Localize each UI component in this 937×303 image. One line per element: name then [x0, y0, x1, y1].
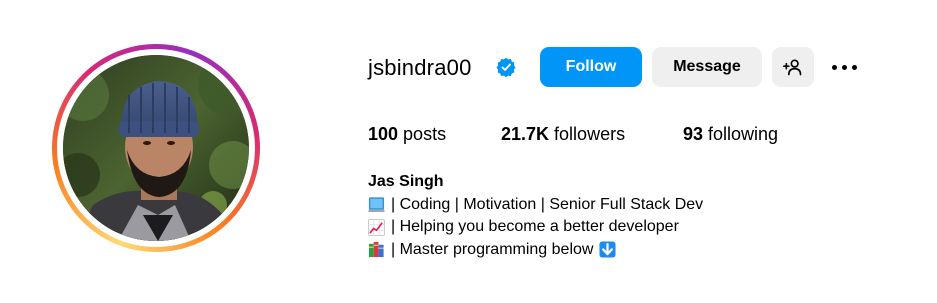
full-name: Jas Singh [368, 173, 444, 190]
profile-photo [63, 55, 249, 241]
followers-label: followers [549, 124, 626, 144]
message-button[interactable]: Message [652, 47, 762, 87]
posts-label: posts [398, 124, 447, 144]
bio-line: | Helping you become a better developer [368, 216, 703, 239]
more-options-icon[interactable] [830, 57, 860, 77]
story-ring[interactable] [52, 44, 260, 252]
chart-increasing-icon [368, 218, 385, 236]
bio: Jas Singh | Coding | Motivation | Senior… [368, 171, 703, 261]
down-arrow-icon [599, 241, 616, 258]
username: jsbindra00 [368, 55, 472, 80]
suggested-accounts-button[interactable] [772, 47, 814, 87]
posts-count: 100 posts [368, 122, 446, 146]
verified-badge-icon [496, 57, 516, 77]
profile-header: jsbindra00 Follow Message 100 posts 21.7… [0, 0, 937, 303]
add-user-icon [783, 59, 802, 76]
laptop-icon [368, 197, 385, 213]
following-link[interactable]: 93 following [683, 122, 778, 146]
followers-number: 21.7K [501, 124, 550, 144]
posts-number: 100 [368, 124, 399, 144]
bio-line: | Master programming below [368, 239, 703, 262]
bio-text: | Master programming below [391, 240, 594, 258]
avatar[interactable] [63, 55, 249, 241]
books-icon [368, 242, 384, 258]
following-number: 93 [683, 124, 704, 144]
follow-button[interactable]: Follow [540, 47, 642, 87]
following-label: following [703, 124, 779, 144]
followers-link[interactable]: 21.7K followers [501, 122, 625, 146]
bio-text: | Helping you become a better developer [391, 218, 679, 235]
bio-text: | Coding | Motivation | Senior Full Stac… [391, 195, 704, 213]
bio-line: | Coding | Motivation | Senior Full Stac… [368, 194, 703, 217]
